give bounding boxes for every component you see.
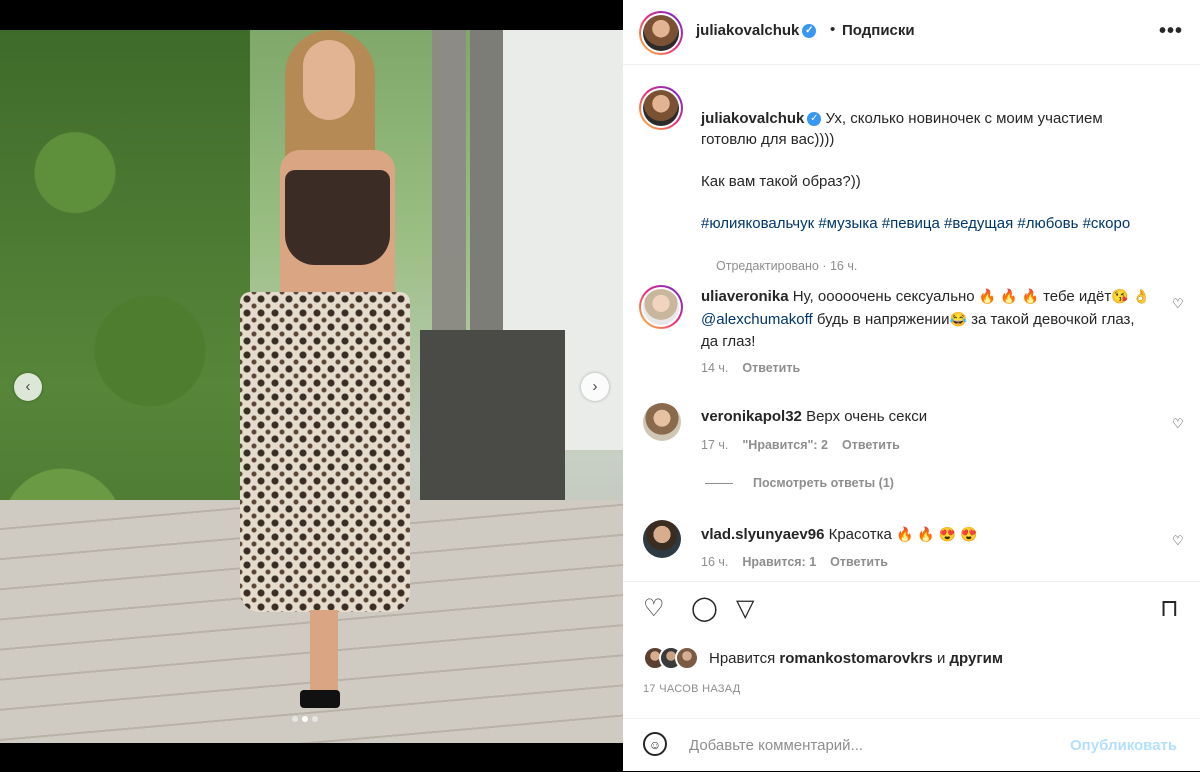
- post-actions: ♡ ◯ ▽ ⊓: [623, 581, 1200, 642]
- view-replies-button[interactable]: Посмотреть ответы (1): [705, 476, 894, 490]
- pillar: [432, 30, 466, 330]
- carousel-dot: [312, 716, 318, 722]
- ok-hand-emoji-icon: 👌: [1132, 288, 1151, 304]
- comment-text: будь в напряжении: [816, 311, 950, 328]
- comment-text: тебе идёт: [1043, 288, 1112, 305]
- comment-likes[interactable]: Нравится: 1: [742, 555, 816, 569]
- comment-likes[interactable]: "Нравится": 2: [742, 438, 828, 452]
- comment-time: 14 ч.: [701, 361, 729, 375]
- verified-badge-icon: ✓: [807, 112, 822, 127]
- comment-username[interactable]: uliaveronika: [701, 288, 789, 305]
- comment-mention[interactable]: @alexchumakoff: [701, 311, 813, 328]
- separator-dot: •: [830, 21, 836, 38]
- carousel-dot-active: [302, 716, 308, 722]
- post-header: juliakovalchuk ✓ • Подписки •••: [623, 0, 1200, 65]
- more-options-icon[interactable]: •••: [1159, 20, 1183, 43]
- carousel-dots: [292, 716, 318, 722]
- following-button[interactable]: Подписки: [842, 22, 915, 39]
- comments-scroll[interactable]: juliakovalchuk ✓ Ух, сколько новиночек с …: [623, 65, 1200, 580]
- fire-emoji-icon: 🔥 🔥 🔥: [978, 288, 1039, 304]
- share-paper-plane-icon[interactable]: ▽: [736, 594, 754, 623]
- avatar[interactable]: [643, 15, 679, 51]
- reply-button[interactable]: Ответить: [842, 438, 900, 452]
- comment-bubble-icon[interactable]: ◯: [691, 594, 718, 623]
- avatar[interactable]: [643, 90, 679, 126]
- reply-button[interactable]: Ответить: [830, 555, 888, 569]
- story-ring[interactable]: [639, 86, 683, 130]
- heart-icon[interactable]: ♡: [1172, 533, 1184, 549]
- carousel-next-button[interactable]: ›: [581, 373, 609, 401]
- comment-meta: 17 ч. "Нравится": 2 Ответить: [701, 438, 900, 452]
- like-heart-icon[interactable]: ♡: [643, 594, 665, 623]
- comment-input[interactable]: Добавьте комментарий...: [689, 737, 863, 754]
- comment-composer: ☺ Добавьте комментарий... Опубликовать: [623, 718, 1200, 772]
- story-ring[interactable]: [639, 11, 683, 55]
- comment-time: 16 ч.: [701, 555, 729, 569]
- avatar[interactable]: [643, 403, 681, 441]
- caption-username[interactable]: juliakovalchuk: [701, 110, 804, 127]
- header-username[interactable]: juliakovalchuk: [696, 22, 799, 39]
- avatar[interactable]: [675, 646, 699, 670]
- likes-prefix: Нравится: [709, 650, 776, 667]
- carousel-dot: [292, 716, 298, 722]
- laughing-emoji-icon: 😂: [949, 311, 967, 327]
- verified-badge-icon: ✓: [802, 24, 817, 39]
- post-media: ‹ ›: [0, 0, 623, 771]
- divider: [705, 483, 733, 485]
- edited-timestamp: Отредактировано · 16 ч.: [716, 259, 858, 273]
- woman-figure: [235, 30, 425, 743]
- bookmark-icon[interactable]: ⊓: [1160, 594, 1179, 623]
- publish-button[interactable]: Опубликовать: [1070, 737, 1177, 754]
- likes-others-link[interactable]: другим: [950, 650, 1003, 667]
- post-photo[interactable]: [0, 30, 623, 743]
- caption-hashtags[interactable]: #юлияковальчук #музыка #певица #ведущая …: [701, 213, 1161, 234]
- post-side-panel: juliakovalchuk ✓ • Подписки ••• juliakova…: [623, 0, 1200, 771]
- fire-heart-eyes-emoji-icon: 🔥 🔥 😍 😍: [895, 526, 978, 542]
- reply-button[interactable]: Ответить: [742, 361, 800, 375]
- emoji-icon[interactable]: ☺: [643, 732, 667, 756]
- comment-text: Верх очень секси: [806, 408, 928, 425]
- comment-time: 17 ч.: [701, 438, 729, 452]
- likes-username[interactable]: romankostomarovkrs: [779, 650, 932, 667]
- post-timestamp[interactable]: 17 ЧАСОВ НАЗАД: [643, 683, 741, 695]
- heart-icon[interactable]: ♡: [1172, 416, 1184, 432]
- comment-text: Красотка: [828, 526, 892, 543]
- avatar[interactable]: [643, 289, 679, 325]
- comment-meta: 16 ч. Нравится: 1 Ответить: [701, 555, 888, 569]
- liked-by-text: Нравится romankostomarovkrs и другим: [709, 650, 1003, 667]
- caption-question: Как вам такой образ?)): [701, 173, 861, 190]
- view-replies-label: Посмотреть ответы (1): [753, 476, 894, 490]
- avatar[interactable]: [643, 520, 681, 558]
- comment-username[interactable]: vlad.slyunyaev96: [701, 526, 824, 543]
- story-ring[interactable]: [639, 285, 683, 329]
- comment-username[interactable]: veronikapol32: [701, 408, 802, 425]
- heart-icon[interactable]: ♡: [1172, 296, 1184, 312]
- comment-meta: 14 ч. Ответить: [701, 361, 800, 375]
- kiss-emoji-icon: 😘: [1111, 288, 1129, 304]
- comment-text: Ну, ооооочень сексуально: [792, 288, 975, 305]
- likes-and: и: [936, 650, 946, 667]
- header-username-link[interactable]: juliakovalchuk ✓: [696, 22, 817, 39]
- carousel-prev-button[interactable]: ‹: [14, 373, 42, 401]
